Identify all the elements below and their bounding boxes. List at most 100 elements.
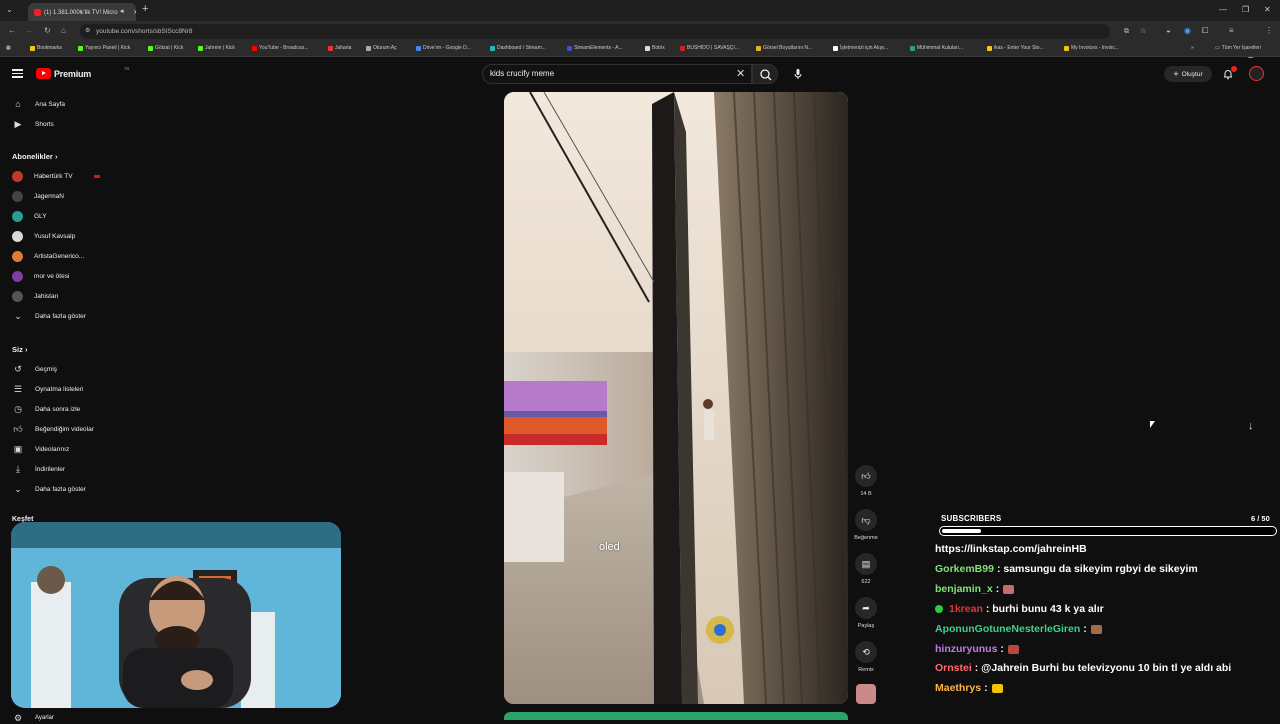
hamburger-menu-icon[interactable]	[12, 69, 23, 78]
comments-button[interactable]: ▤	[855, 553, 877, 575]
gear-icon: ⚙	[13, 712, 23, 723]
playlists-icon: ☰	[13, 383, 23, 394]
new-tab-icon[interactable]: +	[142, 3, 148, 15]
bookmark-item[interactable]: My Invoices - Invoic...	[1064, 45, 1119, 51]
sidebar-item-watch-later[interactable]: ◷ Daha sonra izle	[12, 403, 80, 415]
url-field[interactable]: ⚙ youtube.com/shorts/sbSIScc8Nr8 ⧉ ☆	[80, 24, 1146, 39]
url-text: youtube.com/shorts/sbSIScc8Nr8	[96, 28, 193, 35]
bookmark-item[interactable]: Botrix	[645, 45, 665, 51]
media-control-icon[interactable]: ≡	[1229, 26, 1234, 35]
remix-action[interactable]: ⟲ Remix	[852, 641, 880, 673]
back-icon[interactable]: ←	[8, 26, 16, 35]
bookmark-item[interactable]: Yayıncı Paneli | Kick	[78, 45, 130, 51]
chat-message: AponunGotuneNesterleGiren :	[935, 623, 1102, 635]
forward-icon[interactable]: →	[25, 26, 33, 35]
tab-search-icon[interactable]: ⌄	[6, 5, 13, 14]
next-short-preview[interactable]	[504, 712, 848, 720]
streamer-webcam	[11, 522, 341, 708]
shorts-video-player[interactable]	[504, 92, 848, 704]
search-input[interactable]: kids crucify meme	[482, 64, 752, 84]
remix-button[interactable]: ⟲	[855, 641, 877, 663]
share-action[interactable]: ➦ Paylaş	[852, 597, 880, 629]
browser-tab[interactable]: (1) 1.381.000₺'lik TV! Micro 🔊︎ ✕	[28, 3, 136, 21]
minimize-icon[interactable]: —	[1219, 5, 1227, 14]
bookmark-item[interactable]: Drive'ım - Google D...	[416, 45, 471, 51]
bookmark-item[interactable]: Dashboard / Stream...	[490, 45, 546, 51]
extension-2-icon[interactable]: ◉	[1184, 26, 1191, 35]
sidebar-item-shorts[interactable]: ▶ Shorts	[12, 118, 54, 130]
sidebar-channel[interactable]: Jahistan	[12, 290, 58, 302]
subscribers-goal-count: 6 / 50	[1251, 514, 1270, 523]
bookmark-item[interactable]: ikas - Enter Your Sto...	[987, 45, 1044, 51]
apps-icon[interactable]: ▦	[6, 45, 11, 51]
share-button[interactable]: ➦	[855, 597, 877, 619]
home-icon[interactable]: ⌂	[61, 26, 66, 35]
video-frame	[504, 92, 848, 704]
site-info-icon[interactable]: ⚙	[85, 24, 90, 39]
sidebar-channel[interactable]: JagermaN	[12, 190, 64, 202]
tab-audio-icon[interactable]: 🔊︎	[121, 9, 125, 16]
voice-search-button[interactable]	[788, 64, 808, 84]
history-icon: ↺	[14, 363, 22, 374]
kick-icon	[148, 45, 153, 51]
channel-avatar	[12, 270, 23, 282]
chat-message: Ornstei : @Jahrein Burhi bu televizyonu …	[935, 662, 1232, 674]
audio-thumbnail[interactable]	[856, 684, 876, 704]
sidebar-show-more[interactable]: ⌄ Daha fazla göster	[12, 310, 86, 322]
dislike-action[interactable]: 👎︎ Beğenme	[852, 509, 880, 541]
sidebar-item-home[interactable]: ⌂ Ana Sayfa	[12, 98, 65, 110]
bookmark-item[interactable]: BUSHIDO | SAVAŞÇI...	[680, 45, 739, 51]
bookmark-item[interactable]: Mühimmat Kutuları...	[910, 45, 963, 51]
chevron-right-icon: ›	[24, 345, 28, 354]
tab-close-icon[interactable]: ✕	[133, 9, 136, 16]
sidebar-channel[interactable]: GLY	[12, 210, 47, 222]
extension-icon[interactable]: ◒	[1166, 26, 1171, 35]
next-video-arrow-icon[interactable]: ↓	[1248, 420, 1254, 432]
create-button[interactable]: + Oluştur	[1164, 66, 1212, 82]
bookmark-item[interactable]: YouTube - Broadcas...	[252, 45, 308, 51]
clear-search-icon[interactable]: ✕	[736, 67, 745, 80]
you-heading[interactable]: Siz ›	[12, 345, 27, 354]
close-window-icon[interactable]: ✕	[1264, 5, 1271, 14]
extensions-puzzle-icon[interactable]: ⧠	[1202, 26, 1208, 36]
bookmark-item[interactable]: StreamElements - A...	[567, 45, 623, 51]
sidebar-item-settings[interactable]: ⚙ Ayarlar	[12, 712, 54, 724]
reload-icon[interactable]: ↻	[44, 26, 51, 35]
verified-badge-icon	[935, 605, 943, 613]
bookmark-item[interactable]: Görsel Boyutlarını N...	[756, 45, 812, 51]
sidebar-show-more-you[interactable]: ⌄ Daha fazla göster	[12, 483, 86, 495]
restore-icon[interactable]: ❐	[1242, 5, 1249, 14]
sidebar-item-liked-videos[interactable]: 👍︎ Beğendiğim videolar	[12, 423, 94, 435]
channel-avatar	[12, 290, 23, 302]
all-bookmarks[interactable]: ▭ Tüm Yer İşaretleri	[1215, 45, 1261, 51]
like-action[interactable]: 👍︎ 14 B	[852, 465, 880, 497]
search-button[interactable]	[752, 64, 778, 84]
install-icon[interactable]: ⧉	[1124, 24, 1129, 39]
like-button[interactable]: 👍︎	[855, 465, 877, 487]
comments-action[interactable]: ▤ 622	[852, 553, 880, 585]
sidebar-item-playlists[interactable]: ☰ Oynatma listeleri	[12, 383, 83, 395]
dislike-button[interactable]: 👎︎	[855, 509, 877, 531]
bookmark-item[interactable]: Bookmarks	[30, 45, 62, 51]
channel-avatar	[12, 250, 23, 262]
subscriptions-heading[interactable]: Abonelikler ›	[12, 152, 57, 161]
bookmark-star-icon[interactable]: ☆	[1140, 24, 1146, 39]
sidebar-item-downloads[interactable]: ⤓ İndirilenler	[12, 463, 65, 475]
account-avatar[interactable]	[1249, 66, 1264, 81]
more-bookmarks-icon[interactable]: »	[1191, 45, 1194, 51]
youtube-logo-icon	[36, 68, 51, 79]
sidebar-channel[interactable]: Habertürk TV	[12, 170, 73, 182]
bookmark-item[interactable]: Jahrein | Kick	[198, 45, 235, 51]
youtube-premium-logo[interactable]: Premium TR	[36, 66, 129, 79]
sidebar-item-your-videos[interactable]: ▣ Videolarınız	[12, 443, 69, 455]
bookmark-item[interactable]: Götzat | Kick	[148, 45, 183, 51]
site-icon	[645, 45, 650, 51]
bookmark-item[interactable]: Oturum Aç	[366, 45, 397, 51]
bookmark-item[interactable]: İşletmenizi için Alışv...	[833, 45, 888, 51]
sidebar-channel[interactable]: Yusuf Kavsalp	[12, 230, 75, 242]
sidebar-channel[interactable]: ArtistaGenerico...	[12, 250, 84, 262]
sidebar-channel[interactable]: mor ve ötesi	[12, 270, 69, 282]
bookmark-item[interactable]: Jaharia	[328, 45, 351, 51]
sidebar-item-history[interactable]: ↺ Geçmiş	[12, 363, 57, 375]
browser-menu-icon[interactable]: ⋮	[1265, 26, 1273, 35]
